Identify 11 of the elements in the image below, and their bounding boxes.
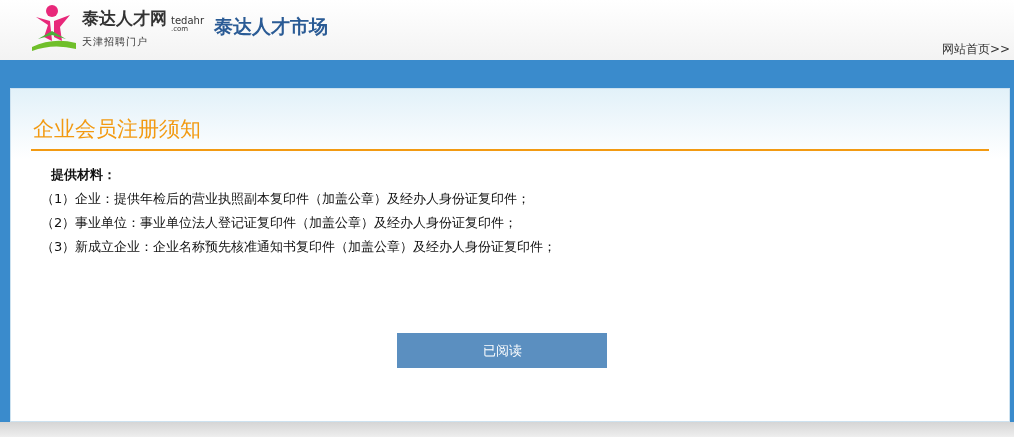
logo-slogan: 天津招聘门户 [82, 35, 148, 49]
materials-heading: 提供材料： [50, 166, 117, 184]
notice-title: 企业会员注册须知 [31, 115, 989, 151]
requirement-text: （2）事业单位：事业单位法人登记证复印件（加盖公章）及经办人身份证复印件； [41, 214, 519, 232]
site-name: 泰达人才市场 [214, 14, 328, 39]
logo-domain: tedahr [171, 16, 204, 26]
requirement-text: （3）新成立企业：企业名称预先核准通知书复印件（加盖公章）及经办人身份证复印件； [41, 238, 558, 256]
logo-drawing [30, 3, 76, 53]
home-link[interactable]: 网站首页>> [941, 41, 1010, 58]
logo-name: 泰达人才网 [82, 7, 167, 30]
requirement-text: （1）企业：提供年检后的营业执照副本复印件（加盖公章）及经办人身份证复印件； [41, 190, 532, 208]
